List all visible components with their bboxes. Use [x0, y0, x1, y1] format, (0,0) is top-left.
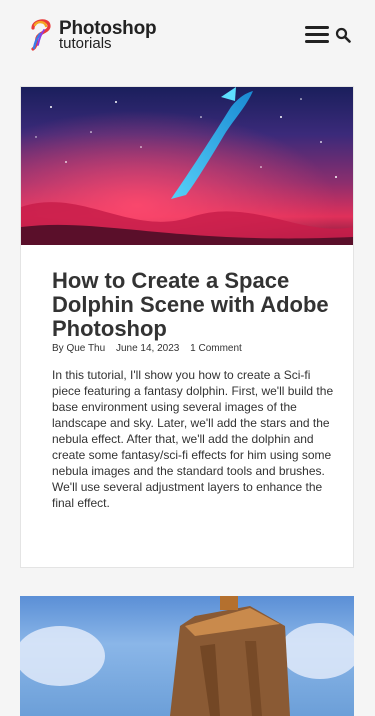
- next-post-image[interactable]: [20, 596, 354, 716]
- logo-swirl-icon: [31, 19, 51, 51]
- post-meta: By Que Thu June 14, 2023 1 Comment: [52, 343, 250, 354]
- castle-illustration: [20, 596, 354, 716]
- post-comments-link[interactable]: 1 Comment: [190, 343, 242, 354]
- space-dolphin-illustration: [21, 87, 353, 245]
- post-excerpt: In this tutorial, I'll show you how to c…: [52, 368, 334, 510]
- site-header: Photoshop tutorials: [0, 0, 375, 70]
- post-title[interactable]: How to Create a Space Dolphin Scene with…: [52, 269, 332, 341]
- search-icon[interactable]: [335, 27, 351, 43]
- logo-subtitle: tutorials: [59, 35, 112, 52]
- post-card: How to Create a Space Dolphin Scene with…: [20, 86, 354, 568]
- post-author[interactable]: By Que Thu: [52, 343, 105, 354]
- post-date: June 14, 2023: [115, 343, 180, 354]
- hamburger-menu-icon[interactable]: [305, 26, 329, 44]
- site-logo[interactable]: Photoshop tutorials: [27, 16, 177, 54]
- post-featured-image[interactable]: [21, 87, 353, 245]
